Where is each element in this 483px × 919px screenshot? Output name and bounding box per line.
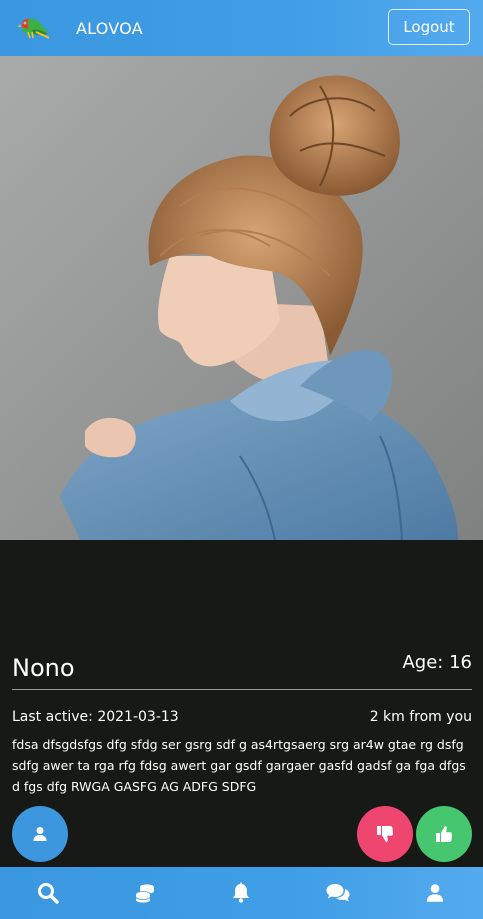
search-icon <box>38 883 60 904</box>
bell-icon <box>233 882 250 903</box>
nav-alerts[interactable] <box>193 867 290 919</box>
profile-photo <box>0 56 483 540</box>
thumbs-down-icon <box>377 826 393 842</box>
app-title: ALOVOA <box>76 19 143 38</box>
top-navbar: ALOVOA Logout <box>0 0 483 56</box>
bottom-navigation <box>0 867 483 919</box>
thumbs-up-icon <box>436 826 452 842</box>
dislike-button[interactable] <box>357 806 413 862</box>
view-profile-button[interactable] <box>12 806 68 862</box>
nav-chats[interactable] <box>290 867 387 919</box>
last-active-text: Last active: 2021-03-13 <box>12 709 179 725</box>
chat-icon <box>326 884 350 902</box>
profile-age: Age: 16 <box>402 652 472 673</box>
nav-donate[interactable] <box>97 867 194 919</box>
logout-button[interactable]: Logout <box>388 9 470 45</box>
parrot-logo-icon[interactable] <box>16 12 50 42</box>
distance-text: 2 km from you <box>369 709 472 725</box>
profile-name: Nono <box>12 654 75 682</box>
nav-profile[interactable] <box>386 867 483 919</box>
divider <box>12 689 472 690</box>
coins-icon <box>135 884 154 903</box>
user-icon <box>33 827 47 841</box>
like-button[interactable] <box>416 806 472 862</box>
user-icon <box>426 884 443 902</box>
profile-description: fdsa dfsgdsfgs dfg sfdg ser gsrg sdf g a… <box>12 737 466 794</box>
nav-search[interactable] <box>0 867 97 919</box>
